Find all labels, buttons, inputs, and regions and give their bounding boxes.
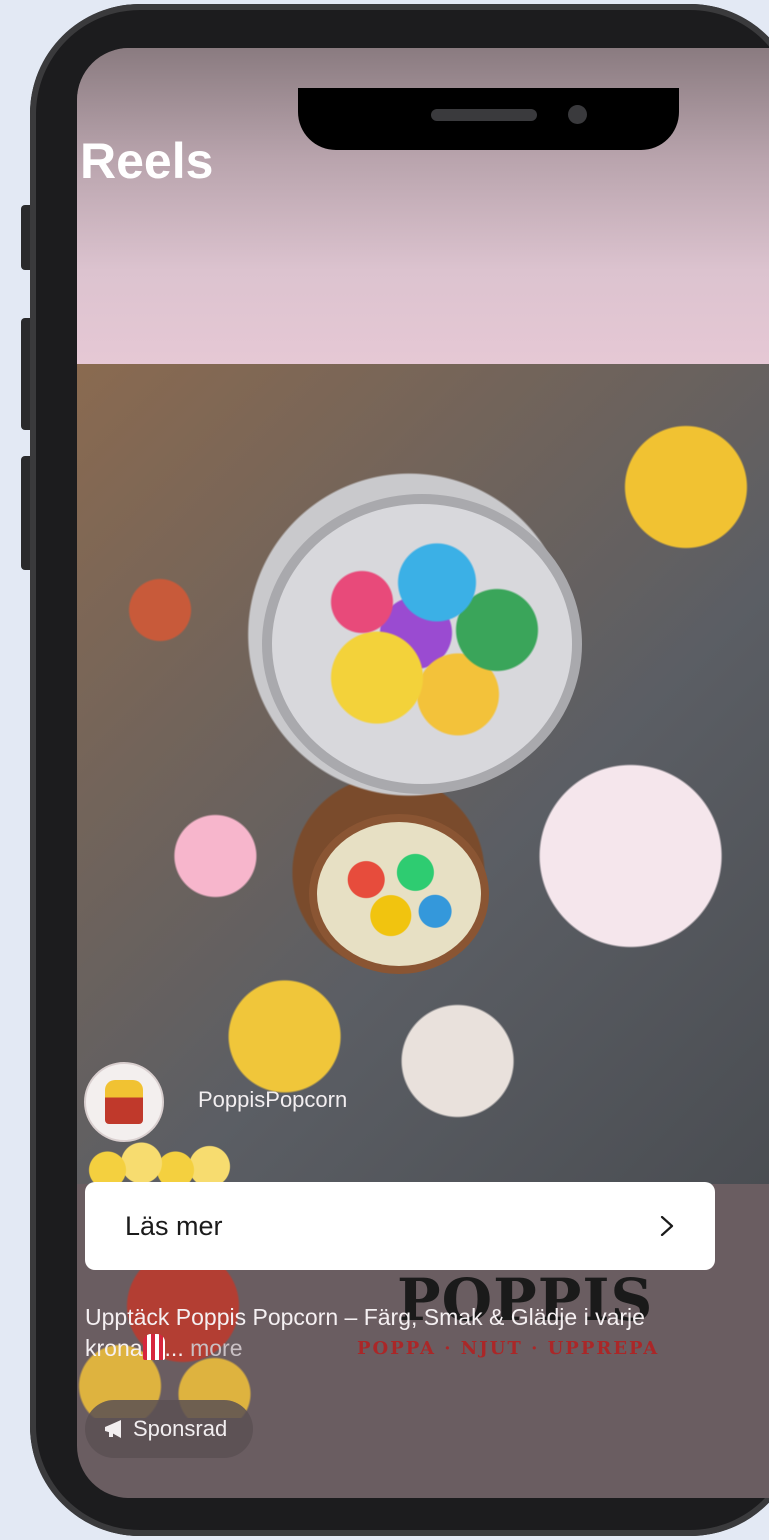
avatar[interactable] [84,1062,164,1142]
chevron-right-icon [660,1216,674,1236]
more-link[interactable]: more [190,1335,242,1361]
phone-screen: Reels POPPIS POPPA · NJUT · UPPREPA Popp… [77,48,769,1498]
sponsored-label: Sponsrad [133,1416,228,1441]
popcorn-emoji [142,1334,165,1360]
megaphone-icon [105,1420,121,1438]
reel-media[interactable] [77,364,769,1184]
username[interactable]: PoppisPopcorn [198,1087,347,1113]
avatar-logo [105,1080,143,1124]
rainbow-popcorn-pot [262,494,582,794]
candy-bowl [309,814,489,974]
front-camera [568,105,587,124]
sponsored-badge[interactable]: Sponsrad [85,1400,254,1458]
page-title: Reels [80,133,214,189]
read-more-button[interactable]: Läs mer [85,1182,715,1270]
speaker-grille [431,109,537,121]
caption-ellipsis: ... [164,1335,184,1361]
phone-notch [298,88,679,150]
read-more-label: Läs mer [125,1210,223,1241]
post-caption: Upptäck Poppis Popcorn – Färg, Smak & Gl… [85,1302,645,1364]
